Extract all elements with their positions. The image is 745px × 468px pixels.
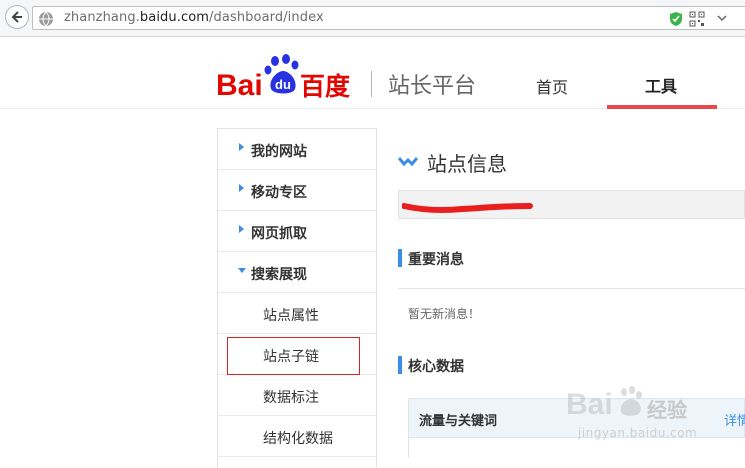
watermark-logo: Bai	[566, 386, 642, 421]
sidebar-subitem-label: 结构化数据	[263, 431, 333, 447]
sidebar-subitem-data-annotation[interactable]: 数据标注	[218, 375, 376, 416]
page-title: 站点信息	[427, 152, 507, 176]
back-button[interactable]	[5, 5, 29, 29]
section-marker	[398, 249, 402, 267]
no-message-text: 暂无新消息！	[408, 307, 481, 321]
redaction-mark	[402, 203, 533, 213]
arrow-left-icon	[11, 11, 22, 23]
sidebar-item-label: 网页抓取	[251, 226, 307, 242]
platform-title: 站长平台	[388, 74, 477, 99]
sidebar-subitem-structured-data[interactable]: 结构化数据	[218, 416, 376, 457]
caret-down-icon	[238, 268, 246, 273]
sidebar-subitem-site-attributes[interactable]: 站点属性	[218, 293, 376, 334]
sidebar-item-crawl[interactable]: 网页抓取	[218, 211, 376, 252]
caret-right-icon	[239, 184, 244, 192]
caret-right-icon	[239, 143, 244, 151]
sidebar-item-mobile[interactable]: 移动专区	[218, 170, 376, 211]
nav-home[interactable]: 首页	[536, 74, 568, 98]
qr-code-icon[interactable]	[689, 11, 705, 27]
watermark-url: jingyan.baidu.com	[578, 426, 698, 440]
sidebar-item-label: 移动专区	[251, 185, 307, 201]
sidebar-subitem-label: 站点属性	[263, 308, 319, 324]
highlight-box	[227, 337, 360, 375]
svg-text:百度: 百度	[300, 72, 350, 99]
browser-url-bar: zhanzhang.baidu.com/dashboard/index	[0, 0, 745, 37]
svg-text:Bai: Bai	[216, 69, 263, 99]
sidebar-item-search-display[interactable]: 搜索展现	[218, 252, 376, 293]
svg-text:Bai: Bai	[566, 388, 613, 421]
section-title-messages: 重要消息	[408, 252, 464, 268]
nav-tools[interactable]: 工具	[645, 73, 677, 97]
shield-icon[interactable]	[669, 11, 683, 27]
divider	[398, 288, 745, 289]
address-input[interactable]: zhanzhang.baidu.com/dashboard/index	[32, 6, 745, 30]
watermark-text: 经验	[647, 398, 687, 422]
logo-divider	[371, 71, 372, 97]
sidebar-item-label: 搜索展现	[251, 267, 307, 283]
url-text: zhanzhang.baidu.com/dashboard/index	[64, 10, 324, 25]
baidu-logo[interactable]: Bai du 百度	[216, 51, 356, 99]
details-link[interactable]: 详情	[724, 410, 745, 429]
site-header: Bai du 百度 站长平台 首页 工具	[0, 37, 745, 109]
sidebar: 我的网站 移动专区 网页抓取 搜索展现 站点属性 站点子链 数据标注 结构化数据	[217, 128, 377, 468]
section-marker	[398, 356, 402, 374]
caret-right-icon	[239, 225, 244, 233]
sidebar-item-my-sites[interactable]: 我的网站	[218, 129, 376, 170]
section-title-core-data: 核心数据	[408, 359, 464, 375]
traffic-table-body	[408, 437, 745, 458]
active-nav-indicator	[607, 105, 717, 109]
table-header-label: 流量与关键词	[419, 414, 498, 429]
sidebar-item-label: 我的网站	[251, 144, 307, 160]
chevron-double-down-icon	[398, 157, 418, 167]
chevron-down-icon[interactable]	[717, 13, 727, 23]
sidebar-subitem-label: 数据标注	[263, 390, 319, 406]
globe-icon	[39, 11, 53, 27]
svg-text:du: du	[275, 77, 291, 92]
